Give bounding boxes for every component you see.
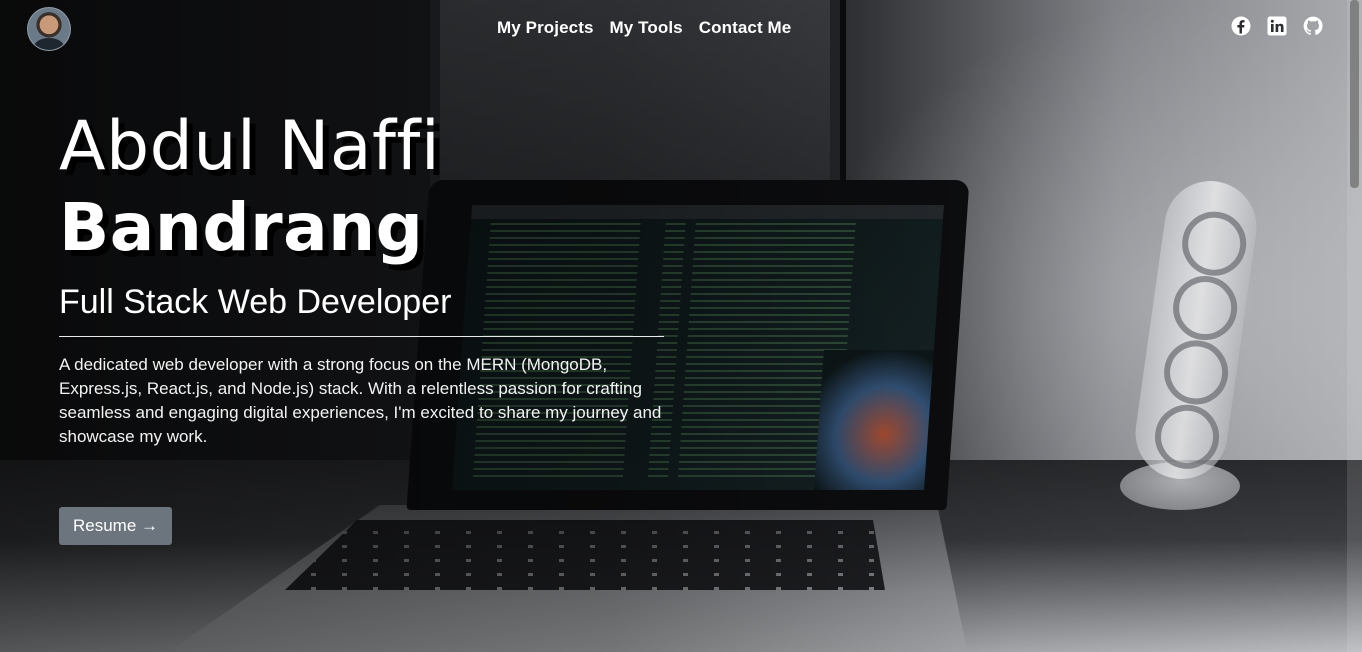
nav-link-contact-me[interactable]: Contact Me [699,18,792,38]
github-icon[interactable] [1303,16,1323,36]
main-nav: My Projects My Tools Contact Me [497,18,791,38]
portfolio-page: My Projects My Tools Contact Me Abdul Na… [0,0,1362,652]
resume-button[interactable]: Resume → [59,507,172,545]
scrollbar-thumb[interactable] [1350,0,1359,188]
nav-link-my-projects[interactable]: My Projects [497,18,594,38]
nav-link-my-tools[interactable]: My Tools [610,18,683,38]
name-last-line: Bandrang [59,189,424,266]
hero-section: Abdul Naffi Bandrang Full Stack Web Deve… [59,108,679,449]
avatar[interactable] [27,7,71,51]
role-title: Full Stack Web Developer [59,282,664,337]
scrollbar[interactable] [1347,0,1362,652]
bio-text: A dedicated web developer with a strong … [59,355,662,446]
social-links [1231,16,1323,36]
linkedin-icon[interactable] [1267,16,1287,36]
facebook-icon[interactable] [1231,16,1251,36]
name-first-line: Abdul Naffi [59,107,441,186]
